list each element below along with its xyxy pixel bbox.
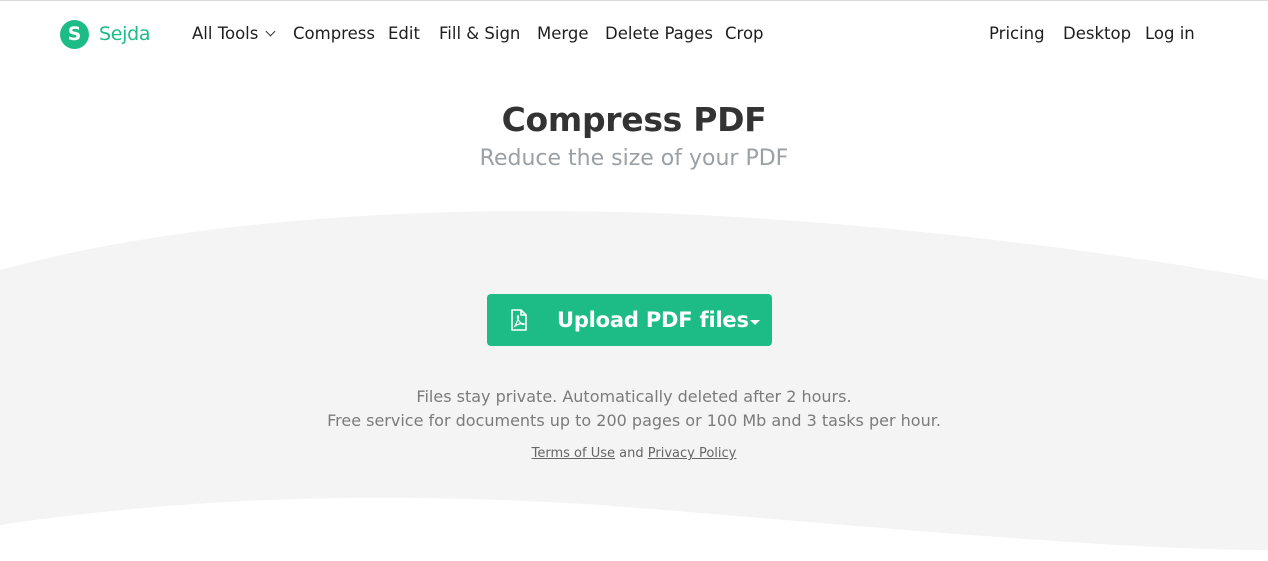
- brand-logo-badge: S: [60, 19, 89, 49]
- nav-edit[interactable]: Edit: [388, 24, 420, 44]
- nav-desktop[interactable]: Desktop: [1063, 24, 1131, 44]
- nav-fill-sign[interactable]: Fill & Sign: [439, 24, 520, 44]
- nav-merge[interactable]: Merge: [537, 24, 589, 44]
- nav-all-tools-label: All Tools: [192, 24, 259, 43]
- legal-links: Terms of Use and Privacy Policy: [0, 446, 1268, 461]
- upload-button-label: Upload PDF files: [557, 308, 749, 332]
- nav-compress[interactable]: Compress: [293, 24, 375, 44]
- nav-pricing[interactable]: Pricing: [989, 24, 1045, 44]
- upload-pdf-button[interactable]: Upload PDF files: [487, 294, 772, 346]
- top-navigation: S Sejda All Tools Compress Edit Fill & S…: [0, 1, 1268, 65]
- service-limits: Free service for documents up to 200 pag…: [327, 411, 941, 430]
- chevron-down-icon: [265, 26, 276, 37]
- privacy-policy-link[interactable]: Privacy Policy: [648, 446, 737, 461]
- legal-and-text: and: [619, 446, 644, 461]
- nav-delete-pages[interactable]: Delete Pages: [605, 24, 713, 44]
- nav-all-tools[interactable]: All Tools: [192, 24, 276, 44]
- brand-logo-text: Sejda: [99, 23, 151, 45]
- terms-of-use-link[interactable]: Terms of Use: [532, 446, 615, 461]
- page-subtitle: Reduce the size of your PDF: [479, 146, 789, 171]
- caret-down-icon[interactable]: [750, 320, 760, 325]
- background-band: [0, 210, 1268, 550]
- nav-log-in[interactable]: Log in: [1145, 24, 1195, 44]
- brand-logo[interactable]: S Sejda: [60, 19, 151, 49]
- privacy-notice: Files stay private. Automatically delete…: [416, 387, 852, 406]
- pdf-file-icon: [511, 309, 527, 331]
- nav-crop[interactable]: Crop: [725, 24, 764, 44]
- page-title: Compress PDF: [501, 100, 767, 139]
